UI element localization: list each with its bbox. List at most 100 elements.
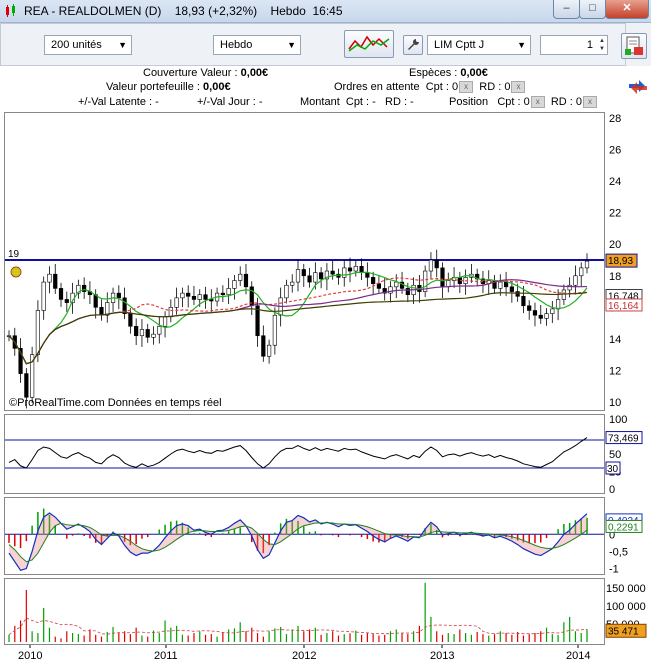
candle-body: [261, 335, 266, 357]
wrench-icon: [408, 39, 419, 50]
cancel-icon[interactable]: x: [583, 96, 598, 109]
candle-body: [226, 288, 231, 296]
val-jour: +/-Val Jour : -: [197, 96, 263, 108]
rsi-chart[interactable]: [5, 415, 604, 493]
candle-body: [180, 292, 185, 299]
time-tick-label: 2014: [566, 650, 590, 661]
candle-body: [319, 272, 324, 280]
candle-body: [347, 267, 353, 272]
candle-body: [532, 310, 538, 316]
candle-body: [243, 273, 249, 288]
candle-body: [313, 272, 318, 283]
cancel-icon[interactable]: x: [511, 81, 526, 94]
price-tick-label: 10: [609, 397, 621, 409]
candle-body: [527, 305, 532, 311]
candle-body: [342, 267, 347, 278]
candle-body: [151, 333, 156, 338]
price-tick-label: 18: [609, 271, 621, 283]
rsi-line: [8, 437, 588, 469]
rsi-panel[interactable]: [4, 414, 605, 494]
order-ticket-button[interactable]: [621, 33, 647, 59]
swap-arrows-icon: [629, 80, 647, 94]
resistance-label: 19: [8, 249, 20, 260]
price-tick-label: 26: [609, 145, 621, 157]
time-axis: 2010 2011 2012 2013 2014: [18, 645, 590, 661]
quantity-select[interactable]: 200 unités ▼: [44, 35, 132, 55]
candle-body: [446, 280, 451, 288]
candle-body: [579, 267, 584, 277]
candle-body: [168, 307, 173, 318]
candle-body: [162, 316, 168, 327]
period-select[interactable]: Hebdo ▼: [213, 35, 301, 55]
chevron-down-icon: ▼: [287, 40, 296, 50]
volume-chart[interactable]: [5, 579, 604, 644]
volume-tick-label: 100 000: [606, 601, 646, 613]
candle-body: [365, 272, 370, 278]
window-title: REA - REALDOLMEN (D) 18,93 (+2,32%) Hebd…: [24, 4, 343, 18]
minimize-button[interactable]: –: [553, 0, 580, 19]
candle-body: [24, 373, 29, 398]
volume-panel[interactable]: [4, 578, 605, 645]
candle-body: [116, 292, 121, 299]
candle-body: [174, 297, 179, 308]
candle-body: [521, 295, 526, 307]
candle-body: [550, 308, 555, 314]
cancel-icon[interactable]: x: [459, 81, 474, 94]
candle-body: [330, 270, 335, 275]
rsi-tick-label: 50: [609, 449, 621, 461]
alert-bell-icon: [10, 266, 22, 278]
candle-body: [145, 329, 150, 338]
montant: Montant Cpt : - RD : -: [300, 96, 414, 108]
ma-value-label: 16,164: [608, 301, 639, 312]
order-type-select[interactable]: LIM Cptt J ▼: [427, 35, 531, 55]
couverture-valeur: Couverture Valeur : 0,00€: [143, 67, 269, 79]
candle-body: [58, 288, 64, 300]
valeur-portefeuille: Valeur portefeuille : 0,00€: [106, 81, 231, 93]
macd-tick-label: -0,5: [609, 546, 628, 558]
price-chart-panel[interactable]: 19 ©ProRealTime.com Données en temps rée…: [4, 112, 605, 411]
candle-body: [186, 292, 191, 297]
watermark: ©ProRealTime.com Données en temps réel: [9, 397, 222, 409]
candle-body: [238, 273, 243, 281]
candle-body: [197, 294, 202, 300]
candlestick-app-icon: [6, 4, 15, 17]
candle-body: [307, 275, 312, 283]
cancel-icon[interactable]: x: [530, 96, 545, 109]
macd-tick-label: -1: [609, 564, 619, 576]
price-chart[interactable]: 19: [5, 113, 604, 410]
title-bar: REA - REALDOLMEN (D) 18,93 (+2,32%) Hebd…: [0, 0, 651, 23]
candle-body: [434, 259, 439, 269]
macd-chart[interactable]: [5, 498, 604, 574]
refresh-button[interactable]: [626, 75, 651, 101]
candle-body: [394, 281, 399, 288]
chart-indicators-icon: [348, 35, 390, 52]
candle-body: [35, 310, 41, 355]
candle-body: [266, 344, 272, 357]
candle-body: [440, 267, 445, 288]
candle-body: [99, 307, 104, 316]
price-tick-label: 14: [609, 334, 621, 346]
maximize-button[interactable]: □: [579, 0, 606, 19]
price-tick-label: 28: [609, 113, 621, 125]
time-tick-label: 2010: [18, 650, 42, 661]
candle-body: [191, 295, 197, 300]
rsi-value-label: 73,469: [608, 434, 639, 445]
candle-body: [47, 273, 52, 283]
candle-body: [290, 281, 295, 286]
candle-body: [561, 289, 566, 300]
quantity-stepper[interactable]: 1 ▲ ▼: [540, 35, 608, 55]
candle-body: [498, 281, 503, 289]
candle-body: [301, 269, 306, 277]
close-button[interactable]: ✕: [605, 0, 649, 19]
candle-body: [128, 313, 133, 327]
candle-body: [272, 314, 277, 346]
candle-body: [544, 313, 549, 319]
candle-body: [157, 325, 162, 335]
macd-panel[interactable]: [4, 497, 605, 575]
order-ticket-icon: [625, 36, 643, 55]
last-price-label: 18,93: [608, 256, 633, 267]
price-tick-label: 20: [609, 239, 621, 251]
right-axis: 2826242220181614121018,9316,74816,164100…: [605, 113, 647, 638]
indicators-button[interactable]: [344, 30, 394, 58]
settings-button[interactable]: [403, 35, 423, 55]
